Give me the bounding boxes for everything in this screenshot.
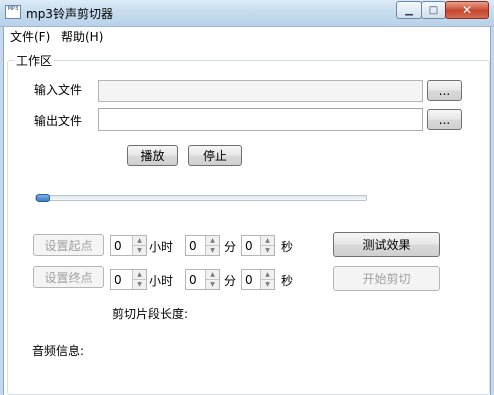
window-frame-left-edge	[3, 27, 4, 395]
workspace-group-label: 工作区	[14, 52, 55, 69]
audio-info-label: 音频信息:	[32, 344, 85, 358]
title-bar[interactable]: MP3 mp3铃声剪切器 ▁ □ ✕	[0, 0, 494, 27]
spin-down-icon[interactable]: ▼	[261, 280, 274, 289]
minimize-button[interactable]: ▁	[396, 1, 422, 19]
input-file-label: 输入文件	[34, 83, 83, 97]
end-seconds-arrows[interactable]: ▲ ▼	[260, 270, 274, 289]
spin-up-icon[interactable]: ▲	[261, 236, 274, 246]
playback-slider-thumb[interactable]	[36, 194, 50, 202]
start-hours-value: 0	[114, 239, 122, 253]
window-title: mp3铃声剪切器	[26, 7, 113, 21]
start-cut-button[interactable]: 开始剪切	[333, 266, 440, 291]
set-end-button[interactable]: 设置终点	[33, 266, 104, 288]
start-seconds-unit: 秒	[281, 240, 294, 254]
window-frame-right-edge	[490, 27, 491, 395]
spin-up-icon[interactable]: ▲	[133, 236, 146, 246]
end-hours-unit: 小时	[149, 274, 174, 288]
end-seconds-spinner[interactable]: 0 ▲ ▼	[241, 269, 275, 290]
end-minutes-arrows[interactable]: ▲ ▼	[205, 270, 219, 289]
minimize-icon: ▁	[405, 4, 413, 16]
start-hours-arrows[interactable]: ▲ ▼	[132, 236, 146, 255]
spin-up-icon[interactable]: ▲	[261, 270, 274, 280]
output-file-label: 输出文件	[34, 114, 83, 128]
spin-up-icon[interactable]: ▲	[133, 270, 146, 280]
maximize-button[interactable]: □	[421, 1, 446, 19]
output-file-field[interactable]	[98, 108, 423, 131]
menu-bar: 文件(F) 帮助(H)	[4, 27, 490, 45]
end-minutes-value: 0	[189, 273, 197, 287]
spin-down-icon[interactable]: ▼	[206, 246, 219, 255]
play-button[interactable]: 播放	[127, 145, 178, 166]
end-seconds-value: 0	[245, 273, 253, 287]
end-minutes-spinner[interactable]: 0 ▲ ▼	[185, 269, 220, 290]
start-seconds-arrows[interactable]: ▲ ▼	[260, 236, 274, 255]
close-button[interactable]: ✕	[445, 1, 489, 19]
test-effect-button[interactable]: 测试效果	[333, 232, 440, 257]
start-seconds-value: 0	[245, 239, 253, 253]
end-hours-spinner[interactable]: 0 ▲ ▼	[110, 269, 147, 290]
spin-up-icon[interactable]: ▲	[206, 236, 219, 246]
maximize-icon: □	[428, 4, 439, 16]
playback-slider-track[interactable]	[35, 195, 367, 201]
set-start-button[interactable]: 设置起点	[33, 234, 104, 256]
browse-output-button[interactable]: ...	[427, 109, 462, 130]
spin-down-icon[interactable]: ▼	[261, 246, 274, 255]
app-icon: MP3	[5, 5, 21, 19]
start-minutes-arrows[interactable]: ▲ ▼	[205, 236, 219, 255]
end-seconds-unit: 秒	[281, 274, 294, 288]
input-file-field[interactable]	[98, 80, 423, 102]
menu-file[interactable]: 文件(F)	[10, 28, 50, 45]
start-minutes-value: 0	[189, 239, 197, 253]
start-hours-spinner[interactable]: 0 ▲ ▼	[110, 235, 147, 256]
end-hours-value: 0	[114, 273, 122, 287]
spin-down-icon[interactable]: ▼	[133, 246, 146, 255]
spin-down-icon[interactable]: ▼	[206, 280, 219, 289]
menu-help[interactable]: 帮助(H)	[61, 28, 103, 45]
end-hours-arrows[interactable]: ▲ ▼	[132, 270, 146, 289]
end-minutes-unit: 分	[224, 274, 237, 288]
segment-length-label: 剪切片段长度:	[112, 307, 189, 321]
start-minutes-unit: 分	[224, 240, 237, 254]
spin-up-icon[interactable]: ▲	[206, 270, 219, 280]
browse-input-button[interactable]: ...	[427, 80, 462, 101]
start-hours-unit: 小时	[149, 240, 174, 254]
close-icon: ✕	[461, 3, 473, 17]
start-minutes-spinner[interactable]: 0 ▲ ▼	[185, 235, 220, 256]
start-seconds-spinner[interactable]: 0 ▲ ▼	[241, 235, 275, 256]
stop-button[interactable]: 停止	[188, 145, 242, 166]
spin-down-icon[interactable]: ▼	[133, 280, 146, 289]
